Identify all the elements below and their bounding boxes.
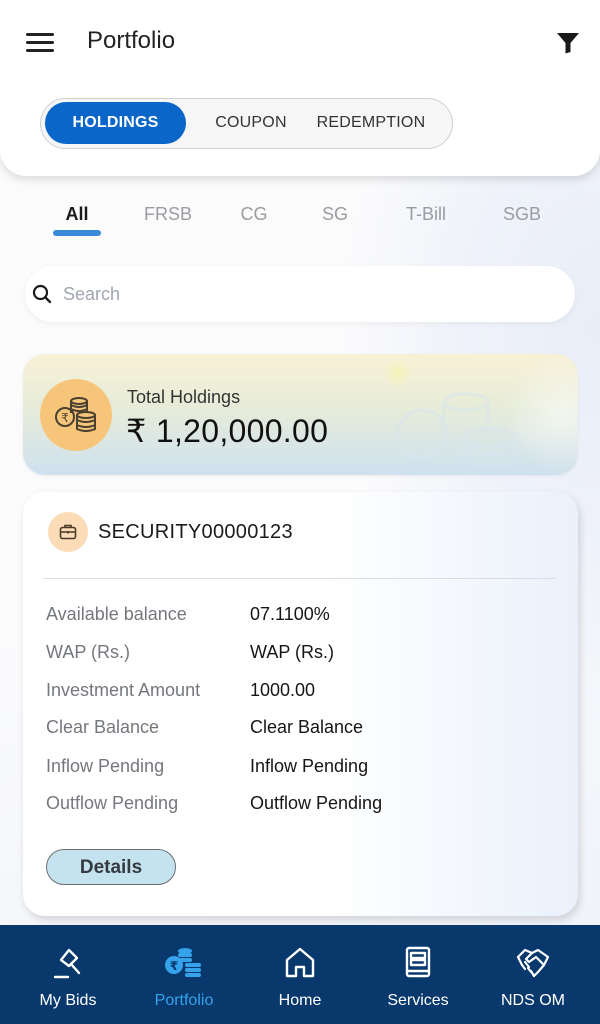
search-bar (25, 266, 575, 322)
tab-cg[interactable]: CG (241, 204, 268, 225)
details-button[interactable]: Details (46, 849, 176, 885)
nav-portfolio[interactable]: ₹ Portfolio (124, 925, 244, 1024)
total-holdings-value: ₹ 1,20,000.00 (126, 413, 329, 449)
detail-row: WAP (Rs.) WAP (Rs.) (46, 642, 546, 668)
detail-value: Outflow Pending (250, 793, 383, 813)
detail-row: Available balance 07.1100% (46, 604, 546, 630)
nav-home[interactable]: Home (240, 925, 360, 1024)
detail-label: Investment Amount (46, 680, 201, 700)
detail-row: Investment Amount 1000.00 (46, 680, 546, 706)
nav-services[interactable]: Services (358, 925, 478, 1024)
nav-nds-om[interactable]: NDS OM (473, 925, 593, 1024)
page-title: Portfolio (87, 27, 176, 54)
detail-value: WAP (Rs.) (250, 642, 334, 662)
segment-coupon[interactable]: COUPON (201, 102, 301, 144)
detail-value: Clear Balance (250, 717, 364, 737)
divider (43, 578, 556, 579)
detail-value: 07.1100% (250, 604, 330, 624)
tab-sgb[interactable]: SGB (503, 204, 541, 225)
svg-text:₹: ₹ (61, 411, 69, 425)
briefcase-icon (48, 512, 88, 552)
nav-my-bids[interactable]: My Bids (8, 925, 128, 1024)
home-icon (283, 945, 317, 986)
search-input[interactable] (63, 276, 553, 312)
filter-funnel-icon[interactable] (555, 31, 581, 55)
app-header: Portfolio HOLDINGS COUPON REDEMPTION (0, 0, 600, 176)
holdings-segment-control: HOLDINGS COUPON REDEMPTION (40, 98, 453, 149)
segment-holdings[interactable]: HOLDINGS (45, 102, 186, 144)
detail-label: Clear Balance (46, 717, 160, 737)
detail-value: Inflow Pending (250, 756, 369, 776)
tab-frsb[interactable]: FRSB (144, 204, 192, 225)
detail-label: WAP (Rs.) (46, 642, 130, 662)
detail-row: Outflow Pending Outflow Pending (46, 793, 546, 819)
gavel-icon (51, 945, 85, 986)
detail-label: Available balance (46, 604, 187, 624)
segment-redemption[interactable]: REDEMPTION (306, 102, 436, 144)
detail-row: Clear Balance Clear Balance (46, 717, 546, 743)
hamburger-menu-icon[interactable] (26, 30, 56, 54)
coins-watermark-icon (388, 382, 528, 475)
svg-text:₹: ₹ (170, 959, 178, 973)
detail-label: Outflow Pending (46, 793, 179, 813)
tab-t-bill[interactable]: T-Bill (406, 204, 446, 225)
tab-sg[interactable]: SG (322, 204, 348, 225)
bottom-navigation: My Bids ₹ Portfolio Home Services NDS OM (0, 925, 600, 1024)
security-card: SECURITY00000123 Available balance 07.11… (23, 492, 578, 916)
total-holdings-label: Total Holdings (127, 387, 241, 407)
tab-all[interactable]: All (65, 204, 88, 225)
rupee-coins-icon: ₹ (40, 379, 112, 451)
nav-label: Portfolio (154, 992, 214, 1009)
rupee-coins-icon: ₹ (163, 945, 205, 986)
detail-value: 1000.00 (250, 680, 316, 700)
total-holdings-card: ₹ Total Holdings ₹ 1,20,000.00 (23, 354, 578, 475)
services-book-icon (403, 945, 433, 986)
nav-label: My Bids (39, 992, 97, 1009)
nav-label: Services (387, 992, 449, 1009)
detail-label: Inflow Pending (46, 756, 165, 776)
search-icon (31, 283, 53, 305)
active-tab-indicator (53, 230, 101, 236)
nav-label: NDS OM (501, 992, 565, 1009)
detail-row: Inflow Pending Inflow Pending (46, 756, 546, 782)
security-name: SECURITY00000123 (98, 521, 293, 543)
nav-label: Home (278, 992, 322, 1009)
handshake-icon (514, 945, 552, 986)
